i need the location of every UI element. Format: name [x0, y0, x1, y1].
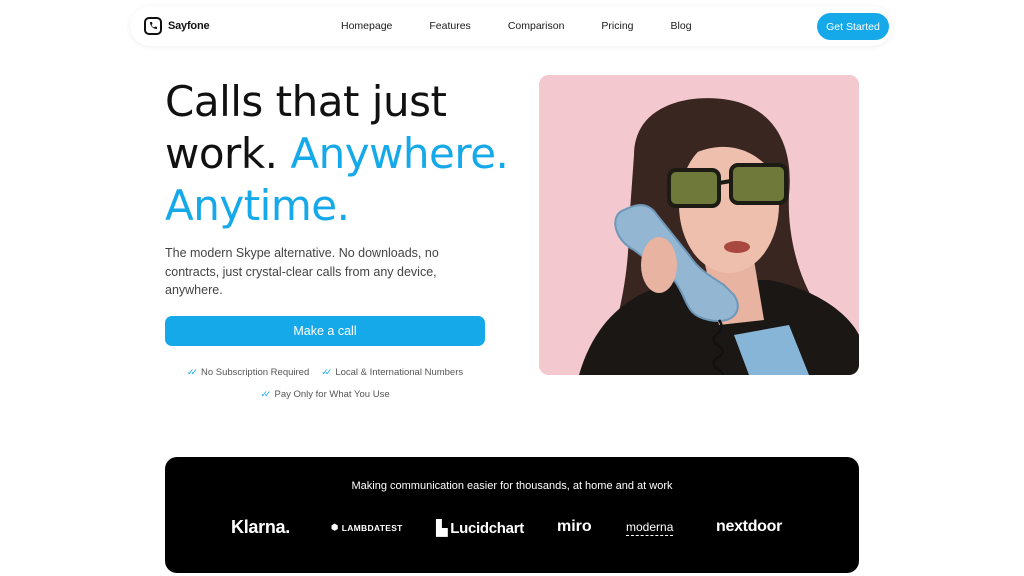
double-check-icon: ✓✓ — [321, 366, 332, 377]
headline-line-2a: work. — [165, 129, 278, 178]
lucidchart-icon: ▙ — [436, 520, 448, 537]
hero-photo — [539, 75, 859, 375]
perk-item: ✓✓ No Subscription Required — [187, 367, 309, 378]
nav-link-blog[interactable]: Blog — [671, 20, 692, 32]
nav-link-comparison[interactable]: Comparison — [508, 20, 565, 32]
perk-item: ✓✓ Local & International Numbers — [321, 367, 463, 378]
hero-headline: Calls that just work. Anywhere. Anytime. — [165, 76, 525, 232]
brand-logo[interactable]: Sayfone — [144, 17, 210, 35]
logos-title: Making communication easier for thousand… — [351, 480, 673, 492]
perk-label: Local & International Numbers — [335, 366, 464, 378]
get-started-button[interactable]: Get Started — [817, 13, 889, 40]
headline-line-3: Anytime. — [165, 181, 350, 230]
nav-links: Homepage Features Comparison Pricing Blo… — [341, 6, 692, 46]
phone-logo-icon — [144, 17, 162, 35]
lambdatest-wordmark: LAMBDATEST — [341, 522, 403, 533]
woman-on-phone-illustration — [539, 75, 859, 375]
perks-list: ✓✓ No Subscription Required ✓✓ Local & I… — [165, 365, 485, 401]
lambdatest-logo: ⬢ LAMBDATEST — [331, 522, 403, 533]
lambda-icon: ⬢ — [331, 522, 339, 532]
headline-line-1: Calls that just — [165, 77, 447, 126]
customer-logos-section: Making communication easier for thousand… — [165, 457, 859, 573]
hero-subtext: The modern Skype alternative. No downloa… — [165, 246, 439, 298]
perk-item: ✓✓ Pay Only for What You Use — [260, 389, 389, 400]
double-check-icon: ✓✓ — [186, 366, 198, 377]
miro-logo: miro — [557, 518, 592, 535]
moderna-logo: moderna — [626, 520, 674, 536]
nextdoor-logo: nextdoor — [716, 518, 783, 535]
make-a-call-button[interactable]: Make a call — [165, 316, 485, 346]
perk-label: Pay Only for What You Use — [274, 388, 390, 400]
nav-link-pricing[interactable]: Pricing — [601, 20, 633, 32]
klarna-logo: Klarna. — [231, 517, 290, 537]
top-navbar: Sayfone Homepage Features Comparison Pri… — [130, 6, 892, 46]
perk-label: No Subscription Required — [200, 366, 310, 378]
nav-link-homepage[interactable]: Homepage — [341, 20, 392, 32]
lucidchart-logo: ▙ Lucidchart — [436, 519, 524, 538]
brand-name: Sayfone — [168, 20, 210, 32]
nav-link-features[interactable]: Features — [429, 20, 470, 32]
perk-row: ✓✓ Pay Only for What You Use — [165, 387, 485, 401]
double-check-icon: ✓✓ — [260, 388, 271, 399]
perk-row: ✓✓ No Subscription Required ✓✓ Local & I… — [165, 365, 485, 379]
lucidchart-wordmark: Lucidchart — [450, 519, 524, 537]
headline-line-2b: Anywhere. — [290, 129, 509, 178]
